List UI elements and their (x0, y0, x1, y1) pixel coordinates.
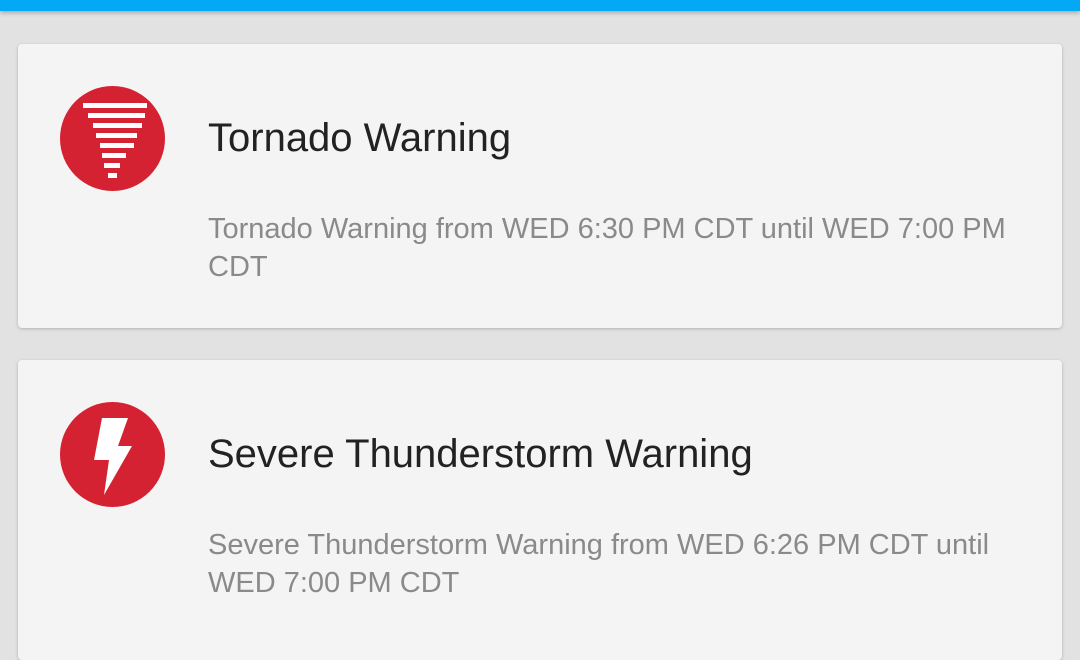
alert-card-severe-thunderstorm-warning[interactable]: Severe Thunderstorm Warning Severe Thund… (18, 360, 1062, 660)
app-bar (0, 0, 1080, 11)
alert-title: Tornado Warning (208, 116, 512, 160)
alert-title: Severe Thunderstorm Warning (208, 432, 753, 476)
alert-card-tornado-warning[interactable]: Tornado Warning Tornado Warning from WED… (18, 44, 1062, 328)
alert-description: Severe Thunderstorm Warning from WED 6:2… (208, 529, 990, 599)
alert-description: Tornado Warning from WED 6:30 PM CDT unt… (208, 213, 1006, 283)
tornado-icon (60, 86, 165, 191)
lightning-bolt-icon (60, 402, 165, 507)
